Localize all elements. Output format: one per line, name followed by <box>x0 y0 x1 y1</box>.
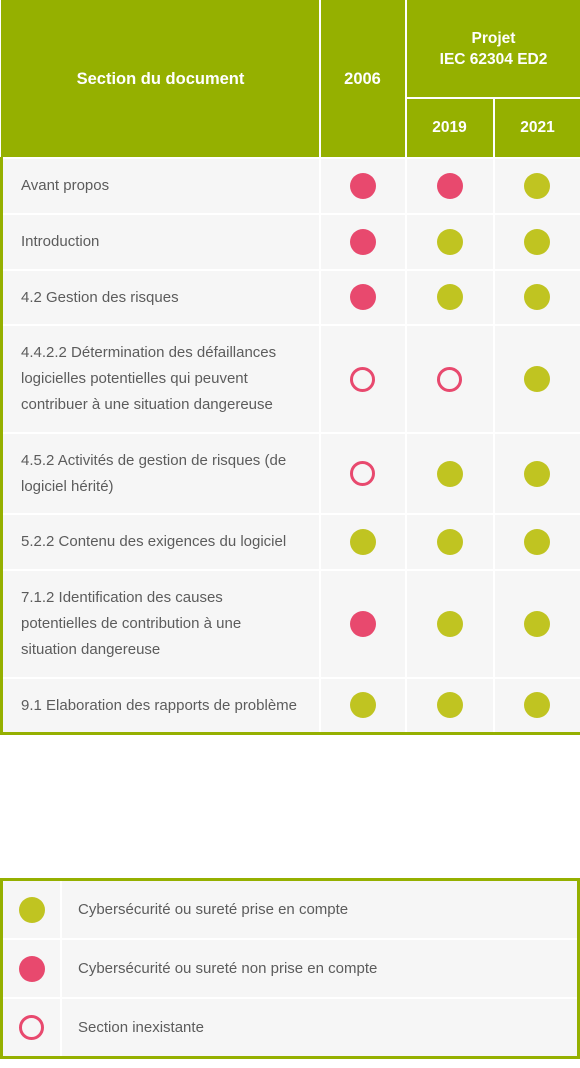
marker-pink-filled-icon <box>349 284 376 311</box>
status-cell-2006 <box>318 212 407 271</box>
marker-pink-filled-icon <box>349 610 376 637</box>
marker-green-filled-icon <box>524 228 551 255</box>
status-cell-2019 <box>404 324 495 434</box>
legend: Cybersécurité ou sureté prise en compte C… <box>0 878 580 1059</box>
table-row: 7.1.2 Identification des causes potentie… <box>0 569 580 679</box>
status-cell-2021 <box>492 431 580 516</box>
marker-green-filled-icon <box>524 366 551 393</box>
table-row: 9.1 Elaboration des rapports de problème <box>0 676 580 736</box>
marker-green-filled-icon <box>436 228 463 255</box>
legend-body: Cybersécurité ou sureté prise en compte C… <box>3 881 577 1056</box>
section-label-cell: Introduction <box>0 212 321 271</box>
status-cell-2019 <box>404 212 495 271</box>
marker-green-filled-icon <box>18 896 45 923</box>
marker-hollow-ring-icon <box>437 366 462 392</box>
status-cell-2021 <box>492 569 580 679</box>
status-cell-2006 <box>318 513 407 572</box>
status-cell-2006 <box>318 569 407 679</box>
status-cell-2006 <box>318 268 407 327</box>
table-row: 5.2.2 Contenu des exigences du logiciel <box>0 513 580 572</box>
status-cell-2021 <box>492 513 580 572</box>
table-row: 4.2 Gestion des risques <box>0 268 580 327</box>
marker-green-filled-icon <box>436 692 463 719</box>
marker-green-filled-icon <box>524 284 551 311</box>
section-label-cell: 4.5.2 Activités de gestion de risques (d… <box>0 431 321 516</box>
column-header-section: Section du document <box>0 0 321 159</box>
marker-pink-filled-icon <box>349 172 376 199</box>
status-cell-2021 <box>492 157 580 215</box>
table-row: 4.5.2 Activités de gestion de risques (d… <box>0 431 580 516</box>
legend-label: Cybersécurité ou sureté non prise en com… <box>60 938 577 999</box>
marker-green-filled-icon <box>524 460 551 487</box>
section-label-cell: 5.2.2 Contenu des exigences du logiciel <box>0 513 321 572</box>
marker-pink-filled-icon <box>436 172 463 199</box>
section-label-cell: 9.1 Elaboration des rapports de problème <box>0 676 321 736</box>
status-cell-2006 <box>318 324 407 434</box>
marker-green-filled-icon <box>436 460 463 487</box>
marker-green-filled-icon <box>524 610 551 637</box>
status-cell-2021 <box>492 268 580 327</box>
status-cell-2019 <box>404 268 495 327</box>
marker-hollow-ring-icon <box>19 1015 44 1040</box>
legend-item: Cybersécurité ou sureté non prise en com… <box>3 938 577 999</box>
status-cell-2019 <box>404 157 495 215</box>
legend-item: Section inexistante <box>3 997 577 1056</box>
status-cell-2006 <box>318 157 407 215</box>
status-cell-2006 <box>318 431 407 516</box>
marker-green-filled-icon <box>524 172 551 199</box>
section-label-cell: 4.4.2.2 Détermination des défaillances l… <box>0 324 321 434</box>
table-row: 4.4.2.2 Détermination des défaillances l… <box>0 324 580 434</box>
legend-item: Cybersécurité ou sureté prise en compte <box>3 881 577 940</box>
column-header-2021: 2021 <box>492 97 580 159</box>
legend-marker-cell <box>3 938 62 999</box>
marker-pink-filled-icon <box>349 228 376 255</box>
status-cell-2021 <box>492 212 580 271</box>
marker-hollow-ring-icon <box>350 461 375 487</box>
column-header-2019: 2019 <box>404 97 495 159</box>
marker-green-filled-icon <box>524 529 551 556</box>
legend-marker-cell <box>3 881 62 940</box>
status-cell-2019 <box>404 569 495 679</box>
marker-green-filled-icon <box>349 529 376 556</box>
projet-title-line1: Projet <box>471 29 516 47</box>
projet-title-line2: IEC 62304 ED2 <box>439 50 548 68</box>
legend-label: Cybersécurité ou sureté prise en compte <box>60 881 577 940</box>
status-cell-2019 <box>404 676 495 736</box>
column-header-projet-group: Projet IEC 62304 ED2 <box>404 0 580 99</box>
marker-green-filled-icon <box>524 692 551 719</box>
document-section-comparison-table: Section du document 2006 Projet IEC 6230… <box>0 0 580 736</box>
comparison-matrix-page: Section du document 2006 Projet IEC 6230… <box>0 0 580 1068</box>
marker-hollow-ring-icon <box>350 366 375 392</box>
section-label-cell: 7.1.2 Identification des causes potentie… <box>0 569 321 679</box>
status-cell-2019 <box>404 513 495 572</box>
section-label-cell: 4.2 Gestion des risques <box>0 268 321 327</box>
marker-pink-filled-icon <box>18 955 45 982</box>
status-cell-2021 <box>492 324 580 434</box>
legend-table: Cybersécurité ou sureté prise en compte C… <box>3 881 577 1056</box>
column-header-2006: 2006 <box>318 0 407 159</box>
table-header: Section du document 2006 Projet IEC 6230… <box>0 0 580 159</box>
section-label-cell: Avant propos <box>0 157 321 215</box>
status-cell-2006 <box>318 676 407 736</box>
marker-green-filled-icon <box>436 610 463 637</box>
table-body: Avant propos Introduction 4.2 Gestion des … <box>0 157 580 736</box>
table-row: Introduction <box>0 212 580 271</box>
marker-green-filled-icon <box>436 284 463 311</box>
marker-green-filled-icon <box>349 692 376 719</box>
legend-marker-cell <box>3 997 62 1056</box>
status-cell-2021 <box>492 676 580 736</box>
table-row: Avant propos <box>0 157 580 215</box>
table-header-row-primary: Section du document 2006 Projet IEC 6230… <box>0 0 580 159</box>
legend-label: Section inexistante <box>60 997 577 1056</box>
marker-green-filled-icon <box>436 529 463 556</box>
status-cell-2019 <box>404 431 495 516</box>
